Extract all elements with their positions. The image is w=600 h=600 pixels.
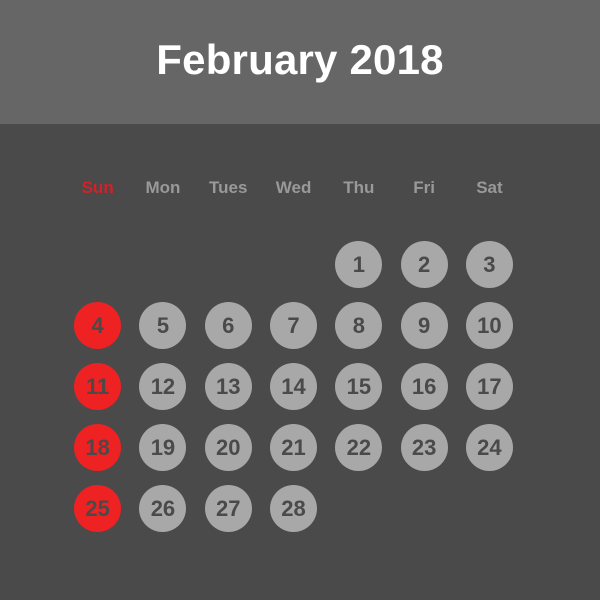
date-number-18[interactable]: 18 <box>74 424 122 471</box>
weekday-label-sat: Sat <box>476 177 503 197</box>
date-cell[interactable]: 13 <box>196 356 261 417</box>
date-cell[interactable]: 1 <box>326 234 391 295</box>
date-number-19[interactable]: 19 <box>139 424 187 471</box>
date-number-24[interactable]: 24 <box>465 424 513 471</box>
date-number-3[interactable]: 3 <box>465 241 513 288</box>
date-cell[interactable]: 15 <box>326 356 391 417</box>
date-cell[interactable]: 11 <box>65 356 130 417</box>
date-cell[interactable]: 21 <box>261 417 326 478</box>
date-cell[interactable]: 22 <box>326 417 391 478</box>
calendar-header-bar: February 2018 <box>0 0 600 124</box>
date-cell[interactable]: 28 <box>261 478 326 539</box>
date-number-17[interactable]: 17 <box>465 363 513 410</box>
date-number-5[interactable]: 5 <box>139 302 187 349</box>
date-cell[interactable]: 20 <box>196 417 261 478</box>
date-number-21[interactable]: 21 <box>270 424 318 471</box>
date-number-16[interactable]: 16 <box>400 363 448 410</box>
date-number-1[interactable]: 1 <box>335 241 383 288</box>
date-cell[interactable]: 26 <box>130 478 195 539</box>
weekday-label-fri: Fri <box>413 177 435 197</box>
weekday-label-wed: Wed <box>275 177 312 197</box>
date-number-20[interactable]: 20 <box>204 424 252 471</box>
date-number-28[interactable]: 28 <box>270 485 318 532</box>
date-cell[interactable]: 19 <box>130 417 195 478</box>
date-number-27[interactable]: 27 <box>204 485 252 532</box>
date-cell[interactable]: 6 <box>196 295 261 356</box>
date-number-11[interactable]: 11 <box>74 363 122 410</box>
date-number-6[interactable]: 6 <box>204 302 252 349</box>
date-number-8[interactable]: 8 <box>335 302 383 349</box>
date-number-14[interactable]: 14 <box>270 363 318 410</box>
date-number-4[interactable]: 4 <box>74 302 122 349</box>
date-cell[interactable]: 25 <box>65 478 130 539</box>
date-number-23[interactable]: 23 <box>400 424 448 471</box>
date-cell[interactable]: 12 <box>130 356 195 417</box>
date-cell[interactable]: 4 <box>65 295 130 356</box>
date-number-22[interactable]: 22 <box>335 424 383 471</box>
weekday-header-row: Sun Mon Tues Wed Thu Fri Sat <box>65 174 522 200</box>
date-number-10[interactable]: 10 <box>465 302 513 349</box>
date-cell[interactable]: 7 <box>261 295 326 356</box>
date-cell[interactable]: 3 <box>457 234 522 295</box>
date-cell[interactable]: 5 <box>130 295 195 356</box>
date-cell[interactable]: 27 <box>196 478 261 539</box>
weekday-label-tues: Tues <box>209 177 248 197</box>
weekday-label-mon: Mon <box>145 177 181 197</box>
weekday-label-thu: Thu <box>343 177 375 197</box>
weekday-label-sun: Sun <box>81 177 114 197</box>
date-number-12[interactable]: 12 <box>139 363 187 410</box>
date-number-15[interactable]: 15 <box>335 363 383 410</box>
date-cell[interactable]: 17 <box>457 356 522 417</box>
date-cell[interactable]: 10 <box>457 295 522 356</box>
date-cell[interactable]: 23 <box>391 417 456 478</box>
date-number-25[interactable]: 25 <box>74 485 122 532</box>
date-number-9[interactable]: 9 <box>400 302 448 349</box>
date-number-2[interactable]: 2 <box>400 241 448 288</box>
date-cell[interactable]: 2 <box>391 234 456 295</box>
date-number-7[interactable]: 7 <box>270 302 318 349</box>
date-cell[interactable]: 8 <box>326 295 391 356</box>
date-cell[interactable]: 14 <box>261 356 326 417</box>
date-cell[interactable]: 9 <box>391 295 456 356</box>
date-cell[interactable]: 16 <box>391 356 456 417</box>
calendar-app: February 2018 Sun Mon Tues Wed Thu Fri Sat 123… <box>0 0 600 600</box>
date-cell[interactable]: 18 <box>65 417 130 478</box>
page-title: February 2018 <box>156 36 444 83</box>
date-grid: 1 2 3 4 5 6 7 8 9 10 11 12 13 14 15 16 17 18 19 20 21 22 23 24 2… <box>65 234 522 539</box>
date-cell[interactable]: 24 <box>457 417 522 478</box>
date-number-26[interactable]: 26 <box>139 485 187 532</box>
calendar-body: Sun Mon Tues Wed Thu Fri Sat 1 2 3 4 5 6 7 8 9 10 11 12 13… <box>0 124 600 600</box>
date-number-13[interactable]: 13 <box>204 363 252 410</box>
